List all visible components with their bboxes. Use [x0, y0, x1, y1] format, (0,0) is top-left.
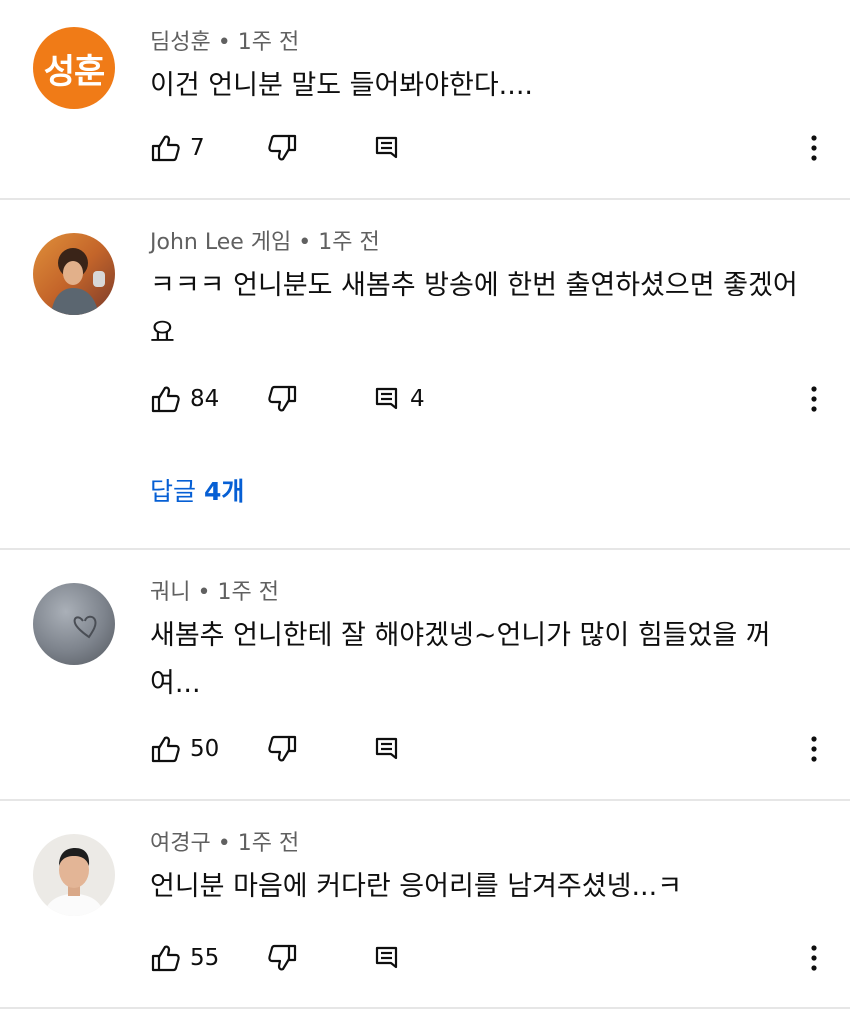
replies-link-count: 4개 [203, 477, 245, 506]
meta-separator: • [217, 831, 231, 856]
like-count: 50 [190, 736, 220, 762]
thumb-up-icon [151, 945, 180, 972]
like-count: 55 [190, 945, 220, 971]
avatar-image [33, 583, 115, 665]
comment-actions: 7 [150, 128, 830, 168]
more-vertical-icon [811, 135, 817, 161]
thumb-down-icon [268, 134, 297, 161]
like-button[interactable]: 84 [150, 379, 219, 419]
comment-time: 1주 전 [237, 831, 300, 856]
thumb-down-icon [268, 385, 297, 412]
comment-meta: 딤성훈 • 1주 전 [150, 24, 299, 56]
more-actions-button[interactable] [802, 379, 826, 419]
comment-meta: John Lee 게임 • 1주 전 [150, 224, 380, 256]
reply-comment-icon [375, 387, 398, 410]
comment-time: 1주 전 [217, 580, 279, 605]
thumb-up-icon [151, 386, 180, 413]
like-button[interactable]: 50 [150, 729, 219, 769]
like-button[interactable]: 7 [150, 128, 205, 168]
reply-comment-icon [375, 737, 398, 760]
thumb-up-icon [151, 736, 180, 763]
avatar-image [33, 233, 115, 315]
comment-item: 여경구 • 1주 전 언니분 마음에 커다란 응어리를 남겨주셨넹...ㅋ 55 [0, 801, 850, 1009]
comment-text: 언니분 마음에 커다란 응어리를 남겨주셨넹...ㅋ [150, 871, 683, 902]
like-count: 7 [190, 135, 205, 161]
comment-text: ㅋㅋㅋ 언니분도 새봄추 방송에 한번 출연하셨으면 좋겠어요 [150, 270, 798, 349]
more-vertical-icon [811, 736, 817, 762]
more-actions-button[interactable] [802, 729, 826, 769]
thumb-up-icon [151, 135, 180, 162]
replies-link-label: 답글 [150, 477, 197, 506]
more-vertical-icon [811, 386, 817, 412]
comment-text: 새봄추 언니한테 잘 해야겠넹~언니가 많이 힘들었을 꺼여... [150, 620, 771, 699]
reply-count: 4 [410, 386, 425, 412]
comment-item: 성훈 딤성훈 • 1주 전 이건 언니분 말도 들어봐야한다.... 7 [0, 0, 850, 200]
comment-time: 1주 전 [237, 30, 300, 55]
dislike-button[interactable] [266, 379, 298, 419]
more-vertical-icon [811, 945, 817, 971]
comment-actions: 84 4 [150, 379, 830, 419]
comment-author[interactable]: 여경구 [150, 831, 211, 856]
avatar[interactable] [33, 834, 115, 916]
comment-author[interactable]: John Lee 게임 [150, 230, 291, 255]
comment-author[interactable]: 딤성훈 [150, 30, 211, 55]
more-actions-button[interactable] [802, 938, 826, 978]
meta-separator: • [197, 580, 211, 605]
reply-comment-icon [375, 946, 398, 969]
avatar[interactable] [33, 233, 115, 315]
dislike-button[interactable] [266, 128, 298, 168]
meta-separator: • [298, 230, 312, 255]
comment-time: 1주 전 [318, 230, 380, 255]
comment-meta: 궈니 • 1주 전 [150, 574, 279, 606]
meta-separator: • [217, 30, 231, 55]
comment-meta: 여경구 • 1주 전 [150, 825, 299, 857]
reply-comment-icon [375, 136, 398, 159]
avatar[interactable] [33, 583, 115, 665]
reply-button[interactable] [372, 128, 410, 168]
thumb-down-icon [268, 735, 297, 762]
comment-author[interactable]: 궈니 [150, 580, 190, 605]
avatar[interactable]: 성훈 [33, 27, 115, 109]
dislike-button[interactable] [266, 938, 298, 978]
view-replies-link[interactable]: 답글 4개 [150, 472, 244, 508]
thumb-down-icon [268, 944, 297, 971]
comment-item: John Lee 게임 • 1주 전 ㅋㅋㅋ 언니분도 새봄추 방송에 한번 출… [0, 200, 850, 550]
reply-button[interactable]: 4 [372, 379, 425, 419]
dislike-button[interactable] [266, 729, 298, 769]
reply-button[interactable] [372, 729, 410, 769]
comment-text: 이건 언니분 말도 들어봐야한다.... [150, 70, 533, 101]
comment-item: 궈니 • 1주 전 새봄추 언니한테 잘 해야겠넹~언니가 많이 힘들었을 꺼여… [0, 550, 850, 801]
more-actions-button[interactable] [802, 128, 826, 168]
like-button[interactable]: 55 [150, 938, 219, 978]
reply-button[interactable] [372, 938, 410, 978]
comment-actions: 50 [150, 729, 830, 769]
like-count: 84 [190, 386, 220, 412]
comment-actions: 55 [150, 938, 830, 978]
avatar-image [33, 834, 115, 916]
